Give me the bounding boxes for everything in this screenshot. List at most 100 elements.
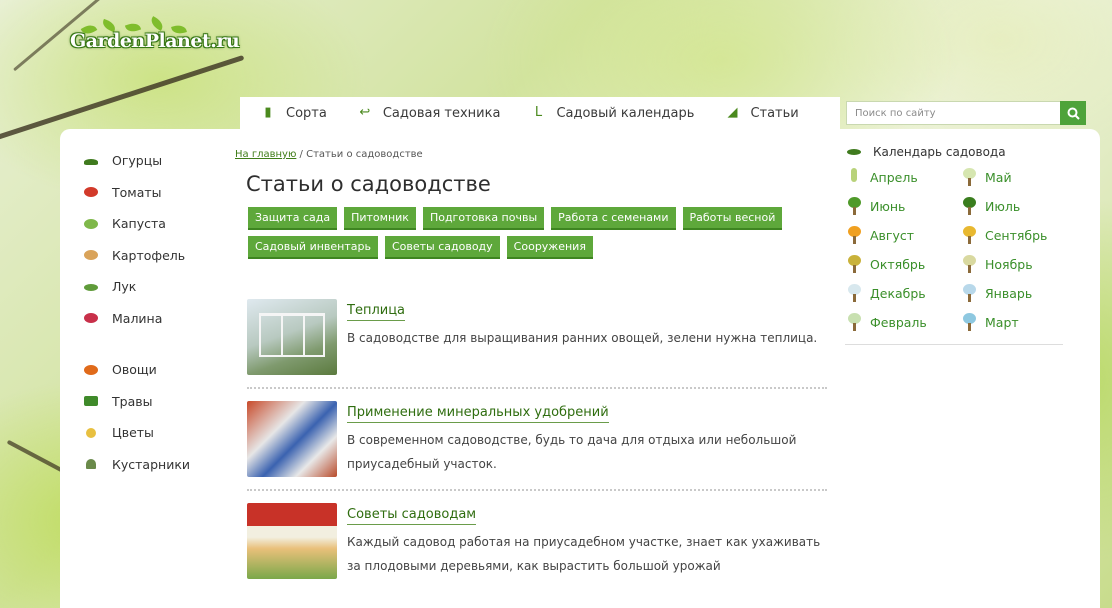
divider [247, 489, 827, 491]
nav-item-label: Садовая техника [382, 105, 501, 121]
nav-item-garden-calendar[interactable]: L Садовый календарь [530, 105, 695, 121]
greenhouse-thumbnail[interactable] [247, 299, 337, 375]
sprout-icon [845, 167, 863, 188]
nav-item-label: Статьи [750, 105, 799, 121]
sidebar-item-raspberry[interactable]: Малина [82, 303, 242, 335]
divider [247, 387, 827, 389]
garden-calendar: Календарь садовода Апрель Май Июнь Июль … [845, 145, 1065, 345]
month-link-december[interactable]: Декабрь [845, 282, 960, 305]
sidebar-item-label: Цветы [112, 425, 154, 441]
tag-button[interactable]: Сооружения [506, 236, 593, 259]
month-label: Февраль [870, 315, 927, 330]
nav-item-sorta[interactable]: ▮ Сорта [260, 105, 327, 121]
month-link-august[interactable]: Август [845, 224, 960, 247]
cucumber-icon [845, 147, 863, 157]
tag-button[interactable]: Работа с семенами [551, 207, 676, 230]
sidebar-item-tomatoes[interactable]: Томаты [82, 177, 242, 209]
sidebar-item-shrubs[interactable]: Кустарники [82, 449, 242, 481]
sidebar-item-label: Лук [112, 279, 137, 295]
article-title-link[interactable]: Советы садоводам [347, 507, 477, 525]
article-item: Применение минеральных удобрений В совре… [247, 401, 827, 477]
cucumber-icon: ◢ [727, 105, 738, 120]
month-link-may[interactable]: Май [960, 166, 1070, 189]
month-link-july[interactable]: Июль [960, 195, 1070, 218]
page-title: Статьи о садоводстве [246, 172, 491, 196]
site-logo[interactable]: GardenPlanet.ru [70, 30, 240, 52]
tree-icon [960, 225, 978, 246]
tag-button[interactable]: Подготовка почвы [422, 207, 545, 230]
month-link-september[interactable]: Сентябрь [960, 224, 1070, 247]
tree-icon [845, 312, 863, 333]
book-cover-thumbnail[interactable] [247, 503, 337, 579]
breadcrumb-home-link[interactable]: На главную [235, 149, 296, 160]
sidebar-item-flowers[interactable]: Цветы [82, 417, 242, 449]
search-input[interactable] [846, 101, 1060, 125]
sidebar-item-label: Малина [112, 310, 163, 326]
top-navigation: ▮ Сорта ↩ Садовая техника L Садовый кале… [240, 97, 840, 129]
category-sidebar: Огурцы Томаты Капуста Картофель Лук Мали… [82, 145, 242, 480]
potato-icon [82, 248, 100, 262]
sidebar-item-label: Овощи [112, 362, 157, 378]
tag-button[interactable]: Защита сада [248, 207, 338, 230]
search-button[interactable] [1060, 101, 1086, 125]
search-icon [1067, 107, 1080, 120]
month-link-june[interactable]: Июнь [845, 195, 960, 218]
content-panel: Огурцы Томаты Капуста Картофель Лук Мали… [60, 128, 1100, 608]
seed-packet-icon: ▮ [264, 105, 272, 120]
month-label: Май [985, 170, 1012, 185]
article-excerpt: В садоводстве для выращивания ранних ово… [347, 331, 818, 345]
tree-icon [960, 167, 978, 188]
shrub-icon [82, 457, 100, 471]
fertilizer-thumbnail[interactable] [247, 401, 337, 477]
tag-button[interactable]: Советы садоводу [384, 236, 500, 259]
sidebar-item-onion[interactable]: Лук [82, 271, 242, 303]
cucumber-icon [82, 154, 100, 168]
cabbage-icon [82, 217, 100, 231]
sidebar-item-cabbage[interactable]: Капуста [82, 208, 242, 240]
article-title-link[interactable]: Теплица [347, 303, 406, 321]
boot-icon: L [534, 105, 543, 120]
month-link-february[interactable]: Февраль [845, 311, 960, 334]
sidebar-item-label: Травы [112, 393, 153, 409]
snow-tree-icon [845, 283, 863, 304]
sidebar-item-cucumbers[interactable]: Огурцы [82, 145, 242, 177]
month-label: Март [985, 315, 1019, 330]
tree-icon [845, 254, 863, 275]
sidebar-item-vegetables[interactable]: Овощи [82, 354, 242, 386]
month-link-november[interactable]: Ноябрь [960, 253, 1070, 276]
breadcrumb: На главную / Статьи о садоводстве [235, 149, 423, 160]
snow-tree-icon [960, 283, 978, 304]
calendar-heading: Календарь садовода [845, 145, 1065, 159]
tree-icon [845, 196, 863, 217]
article-tags: Защита сада Питомник Подготовка почвы Ра… [248, 207, 788, 259]
flower-icon [82, 426, 100, 440]
nav-item-garden-tech[interactable]: ↩ Садовая техника [357, 105, 501, 121]
background-branch [0, 54, 245, 141]
raspberry-icon [82, 311, 100, 325]
article-title-link[interactable]: Применение минеральных удобрений [347, 405, 609, 423]
month-label: Август [870, 228, 915, 243]
nav-item-label: Сорта [286, 105, 327, 121]
calendar-months: Апрель Май Июнь Июль Август Сентябрь Окт… [845, 166, 1065, 334]
tag-button[interactable]: Работы весной [682, 207, 783, 230]
month-label: Октябрь [870, 257, 926, 272]
tree-icon [960, 196, 978, 217]
month-link-october[interactable]: Октябрь [845, 253, 960, 276]
sidebar-item-herbs[interactable]: Травы [82, 386, 242, 418]
month-label: Декабрь [870, 286, 926, 301]
sidebar-item-label: Картофель [112, 247, 186, 263]
tomato-icon [82, 185, 100, 199]
tag-button[interactable]: Питомник [344, 207, 416, 230]
article-list: Теплица В садоводстве для выращивания ра… [247, 299, 827, 579]
nav-item-articles[interactable]: ◢ Статьи [724, 106, 798, 121]
onion-icon [82, 280, 100, 294]
sidebar-item-potatoes[interactable]: Картофель [82, 240, 242, 272]
hose-icon: ↩ [359, 105, 371, 120]
month-link-march[interactable]: Март [960, 311, 1070, 334]
tree-icon [845, 225, 863, 246]
article-item: Советы садоводам Каждый садовод работая … [247, 503, 827, 579]
tag-button[interactable]: Садовый инвентарь [248, 236, 378, 259]
month-link-april[interactable]: Апрель [845, 166, 960, 189]
search-form [846, 101, 1086, 125]
month-link-january[interactable]: Январь [960, 282, 1070, 305]
